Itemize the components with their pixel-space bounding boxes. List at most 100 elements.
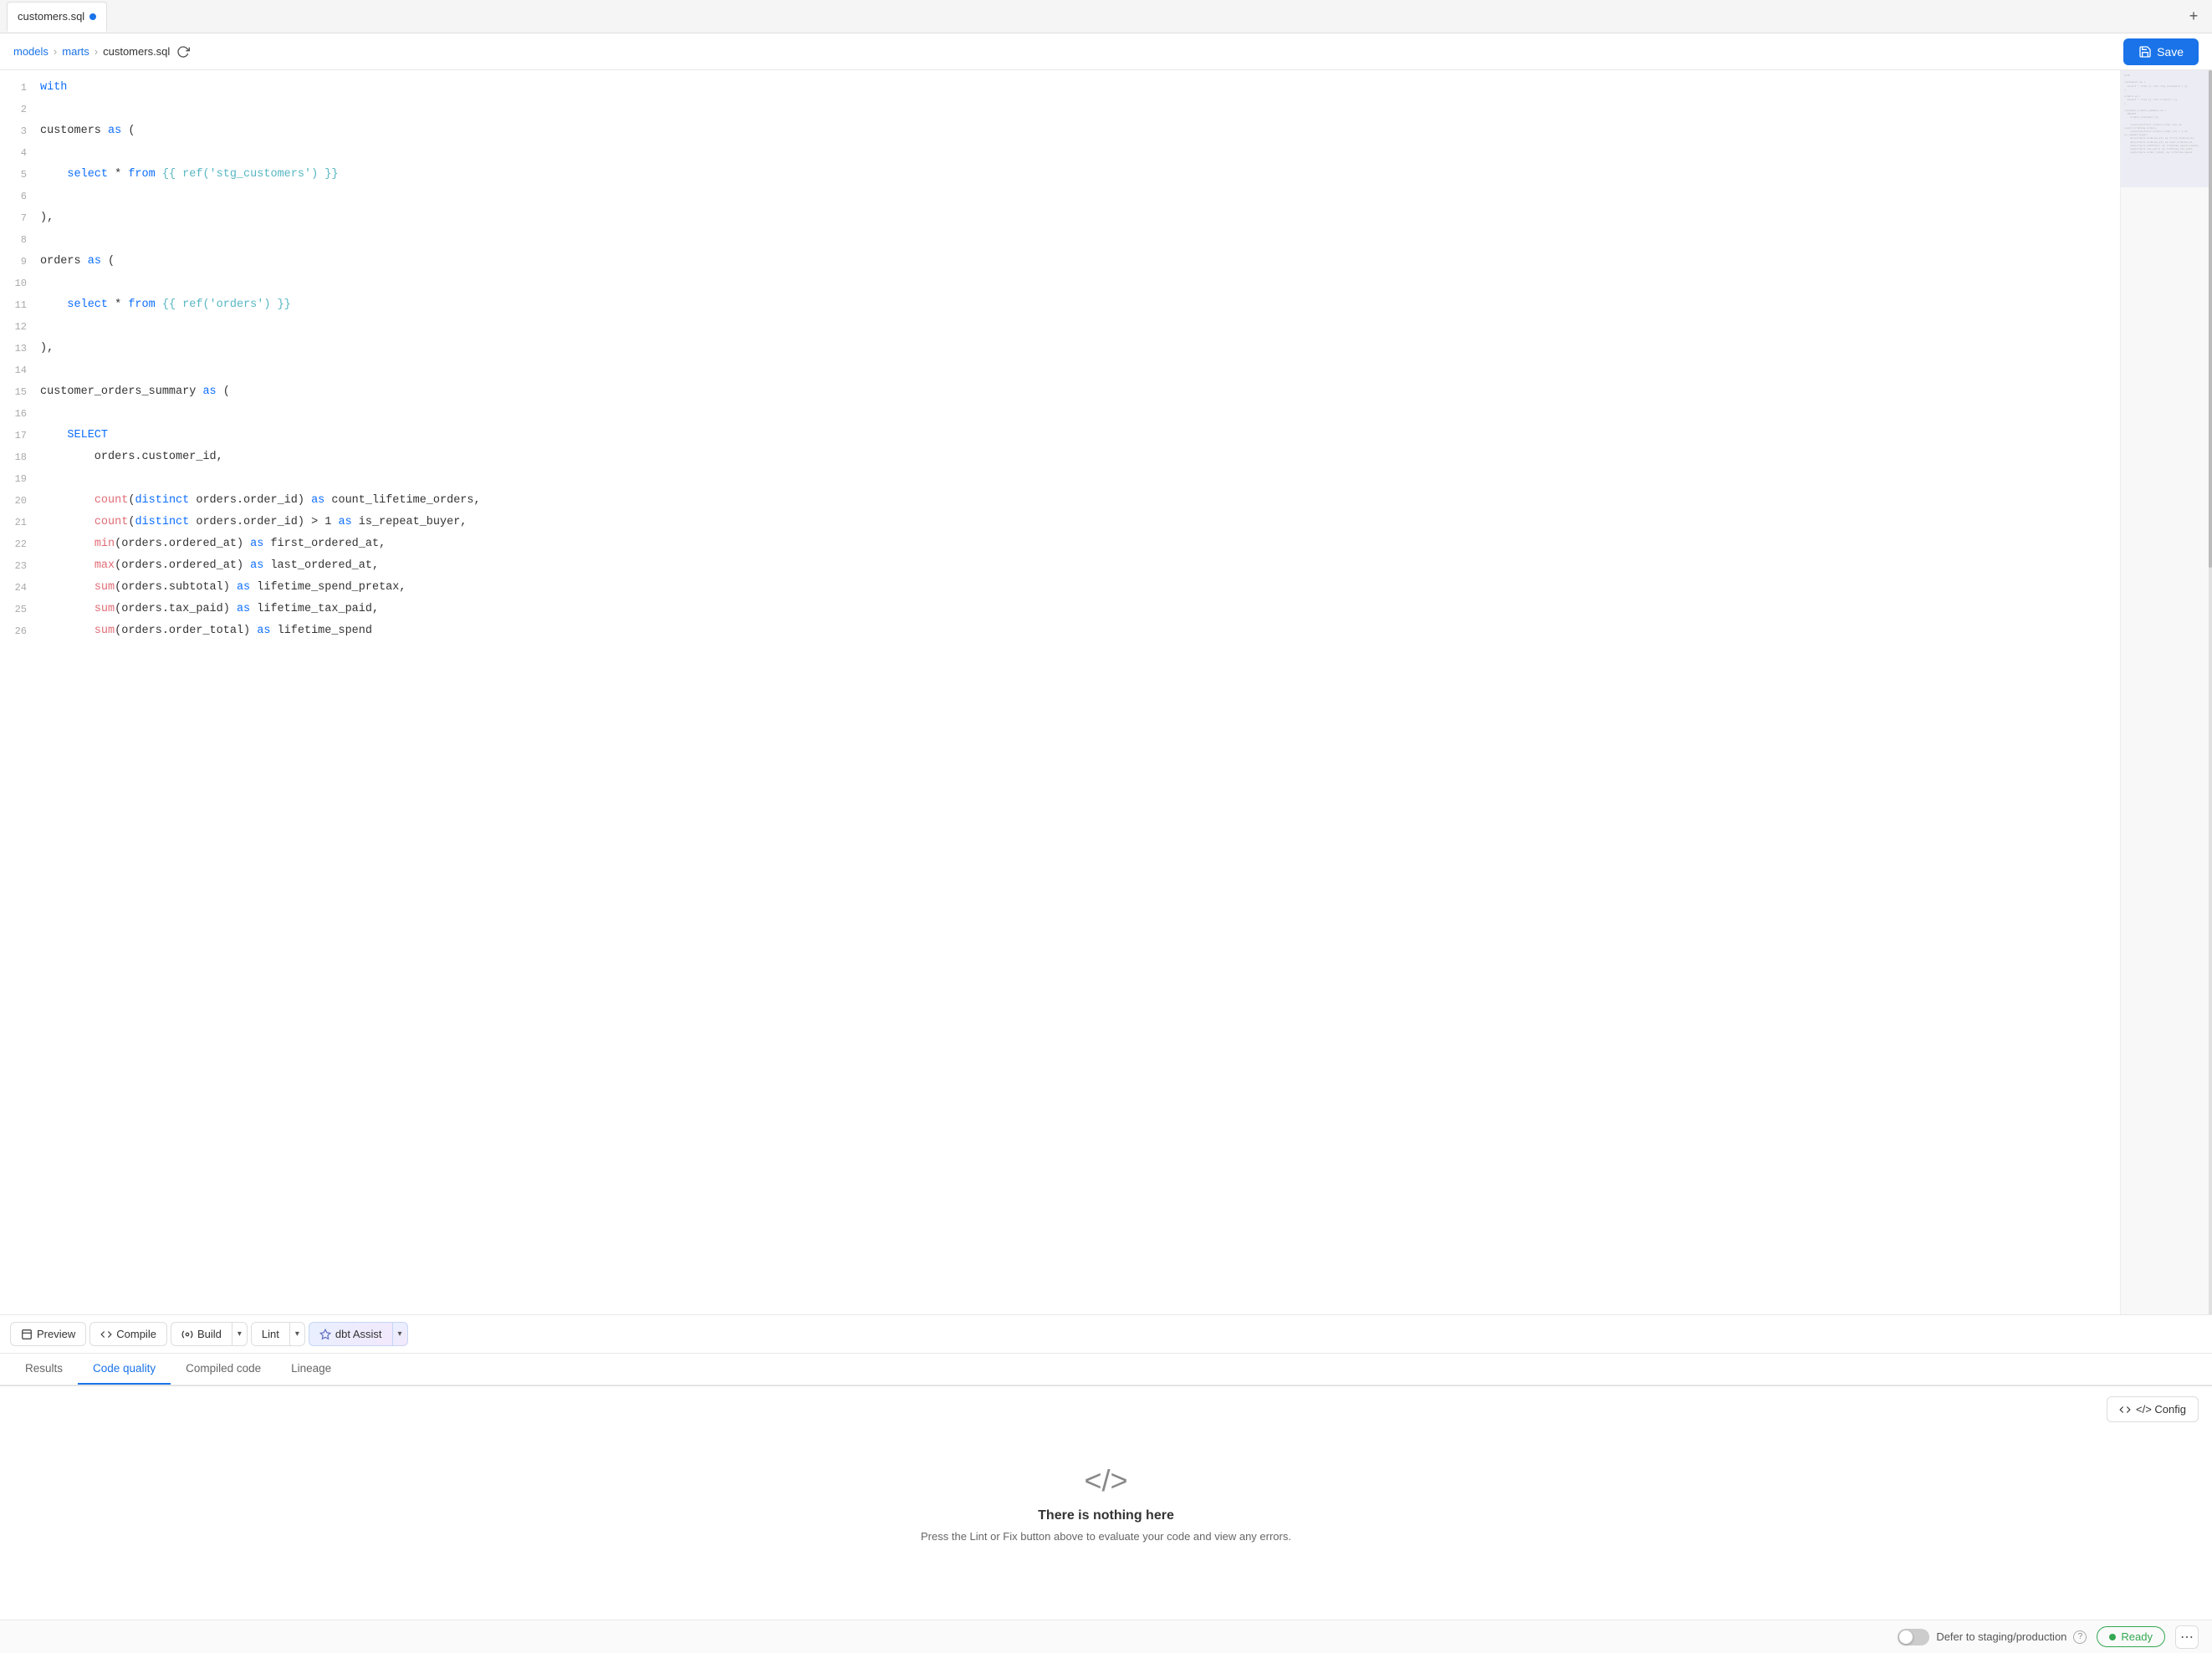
refresh-icon[interactable] <box>175 43 192 60</box>
config-label: </> Config <box>2136 1403 2186 1416</box>
lint-label: Lint <box>262 1328 279 1340</box>
line-number: 3 <box>0 120 40 142</box>
lint-button[interactable]: Lint <box>251 1322 290 1346</box>
line-content: customer_orders_summary as ( <box>40 381 2107 403</box>
line-content: count(distinct orders.order_id) as count… <box>40 490 2107 512</box>
line-content: customers as ( <box>40 120 2107 142</box>
line-number: 25 <box>0 599 40 620</box>
line-number: 22 <box>0 533 40 555</box>
editor-area: 1with23customers as (45 select * from {{… <box>0 70 2212 1314</box>
tab-bar: customers.sql + <box>0 0 2212 33</box>
code-line: 17 SELECT <box>0 425 2120 446</box>
breadcrumb-sep-1: › <box>54 45 57 58</box>
code-editor[interactable]: 1with23customers as (45 select * from {{… <box>0 70 2120 1314</box>
code-line: 4 <box>0 142 2120 164</box>
build-dropdown-arrow[interactable]: ▾ <box>232 1322 248 1346</box>
code-line: 22 min(orders.ordered_at) as first_order… <box>0 533 2120 555</box>
bottom-content: </> Config </> There is nothing here Pre… <box>0 1386 2212 1620</box>
bottom-tab-nav: Results Code quality Compiled code Linea… <box>0 1354 2212 1385</box>
line-content: max(orders.ordered_at) as last_ordered_a… <box>40 555 2107 577</box>
line-number: 10 <box>0 273 40 294</box>
code-line: 5 select * from {{ ref('stg_customers') … <box>0 164 2120 186</box>
line-number: 4 <box>0 142 40 164</box>
dbt-assist-dropdown-arrow[interactable]: ▾ <box>393 1322 408 1346</box>
line-content: ), <box>40 207 2107 229</box>
line-number: 1 <box>0 77 40 99</box>
line-content: select * from {{ ref('stg_customers') }} <box>40 164 2107 186</box>
code-line: 24 sum(orders.subtotal) as lifetime_spen… <box>0 577 2120 599</box>
line-number: 20 <box>0 490 40 512</box>
main-content: 1with23customers as (45 select * from {{… <box>0 70 2212 1653</box>
lint-dropdown-arrow[interactable]: ▾ <box>290 1322 305 1346</box>
preview-button[interactable]: Preview <box>10 1322 86 1346</box>
dbt-assist-icon <box>319 1329 331 1340</box>
build-button[interactable]: Build <box>171 1322 232 1346</box>
dbt-assist-button[interactable]: dbt Assist <box>309 1322 393 1346</box>
line-content: sum(orders.subtotal) as lifetime_spend_p… <box>40 577 2107 599</box>
ready-label: Ready <box>2121 1630 2153 1643</box>
code-line: 2 <box>0 99 2120 120</box>
line-number: 7 <box>0 207 40 229</box>
add-tab-button[interactable]: + <box>2182 5 2205 28</box>
line-content: select * from {{ ref('orders') }} <box>40 294 2107 316</box>
line-content: SELECT <box>40 425 2107 446</box>
line-number: 23 <box>0 555 40 577</box>
code-line: 15customer_orders_summary as ( <box>0 381 2120 403</box>
line-number: 21 <box>0 512 40 533</box>
code-line: 14 <box>0 360 2120 381</box>
tab-results[interactable]: Results <box>10 1354 78 1385</box>
defer-toggle-switch[interactable] <box>1898 1629 1929 1645</box>
code-line: 7), <box>0 207 2120 229</box>
breadcrumb-marts[interactable]: marts <box>62 45 89 58</box>
code-line: 20 count(distinct orders.order_id) as co… <box>0 490 2120 512</box>
line-number: 6 <box>0 186 40 207</box>
more-options-button[interactable]: ⋯ <box>2175 1625 2199 1649</box>
line-number: 12 <box>0 316 40 338</box>
dbt-assist-label: dbt Assist <box>335 1328 382 1340</box>
line-number: 18 <box>0 446 40 468</box>
minimap: with customers as ( select * from {{ ref… <box>2120 70 2212 1314</box>
ready-dot <box>2109 1634 2116 1640</box>
code-line: 12 <box>0 316 2120 338</box>
breadcrumb-models[interactable]: models <box>13 45 49 58</box>
line-number: 2 <box>0 99 40 120</box>
code-line: 13), <box>0 338 2120 360</box>
line-number: 17 <box>0 425 40 446</box>
preview-label: Preview <box>37 1328 75 1340</box>
compile-button[interactable]: Compile <box>89 1322 167 1346</box>
compile-icon <box>100 1329 112 1340</box>
line-number: 9 <box>0 251 40 273</box>
preview-icon <box>21 1329 33 1340</box>
breadcrumb: models › marts › customers.sql <box>13 43 192 60</box>
tab-lineage[interactable]: Lineage <box>276 1354 346 1385</box>
defer-toggle-knob <box>1899 1630 1913 1644</box>
code-line: 1with <box>0 77 2120 99</box>
tab-filename: customers.sql <box>18 10 84 23</box>
compile-label: Compile <box>116 1328 156 1340</box>
code-line: 21 count(distinct orders.order_id) > 1 a… <box>0 512 2120 533</box>
save-button[interactable]: Save <box>2123 38 2199 65</box>
save-label: Save <box>2157 45 2184 59</box>
code-line: 8 <box>0 229 2120 251</box>
tab-compiled-code[interactable]: Compiled code <box>171 1354 276 1385</box>
line-number: 13 <box>0 338 40 360</box>
line-number: 15 <box>0 381 40 403</box>
tab-customers-sql[interactable]: customers.sql <box>7 2 107 32</box>
minimap-scrollbar-track[interactable] <box>2209 70 2212 1314</box>
line-number: 24 <box>0 577 40 599</box>
minimap-scrollbar-thumb <box>2209 70 2212 568</box>
tab-code-quality[interactable]: Code quality <box>78 1354 171 1385</box>
toolbar: Preview Compile Build ▾ Lint ▾ <box>0 1314 2212 1354</box>
code-line: 3customers as ( <box>0 120 2120 142</box>
defer-info-icon[interactable]: ? <box>2073 1630 2087 1644</box>
code-line: 19 <box>0 468 2120 490</box>
defer-toggle-area: Defer to staging/production ? <box>1898 1629 2087 1645</box>
code-line: 6 <box>0 186 2120 207</box>
config-button[interactable]: </> Config <box>2107 1396 2199 1422</box>
tab-unsaved-indicator <box>89 13 96 20</box>
line-content: sum(orders.tax_paid) as lifetime_tax_pai… <box>40 599 2107 620</box>
code-line: 9orders as ( <box>0 251 2120 273</box>
bottom-panel: </> Config </> There is nothing here Pre… <box>0 1385 2212 1620</box>
breadcrumb-current: customers.sql <box>103 45 170 58</box>
breadcrumb-sep-2: › <box>95 45 98 58</box>
